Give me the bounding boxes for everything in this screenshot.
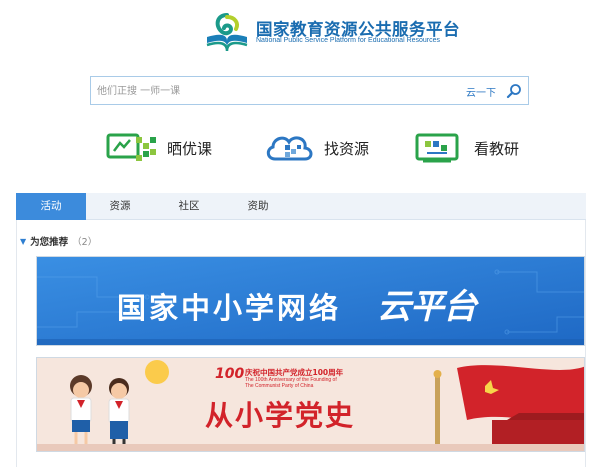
site-header: 国家教育资源公共服务平台 National Public Service Pla…	[0, 0, 600, 62]
site-title-en: National Public Service Platform for Edu…	[256, 37, 441, 44]
tab-funding[interactable]: 资助	[238, 193, 278, 220]
search-input[interactable]	[97, 81, 457, 101]
screen-course-icon	[106, 133, 156, 161]
feature-teaching-research[interactable]: 看教研	[413, 128, 519, 168]
banner-party-history[interactable]: 100 庆祝中国共产党成立100周年 The 100th Anniversary…	[36, 357, 585, 452]
tab-community[interactable]: 社区	[169, 193, 209, 220]
feature-label: 看教研	[474, 139, 520, 158]
cloud-resource-icon	[266, 136, 313, 161]
book-logo-icon[interactable]	[203, 11, 251, 53]
search-icon	[506, 84, 521, 99]
search-button[interactable]	[504, 81, 524, 101]
search-bar: 云一下	[90, 76, 529, 105]
feature-find-resource[interactable]: 找资源	[263, 128, 369, 168]
recommend-header: ▼ 为您推荐 （2）	[20, 234, 98, 249]
feature-shortcuts: 晒优课 找资源 看教研	[0, 128, 600, 168]
banner-cloud-emblem: 云平台	[377, 287, 477, 327]
tab-activity[interactable]: 活动	[16, 193, 86, 220]
recommend-count: （2）	[72, 237, 98, 248]
recommend-title: 为您推荐	[30, 237, 69, 248]
feature-show-course[interactable]: 晒优课	[106, 128, 212, 168]
tab-resource[interactable]: 资源	[100, 193, 140, 220]
party-banner-title: 从小学党史	[205, 399, 356, 432]
banner-cloud-platform[interactable]: 国家中小学网络 云平台	[36, 256, 585, 346]
banner-cloud-title: 国家中小学网络	[117, 291, 342, 325]
party-caption-en-2: The Communist Party of China	[245, 383, 314, 389]
search-actions: 云一下	[466, 81, 524, 101]
category-tabs: 活动 资源 社区 资助	[16, 193, 586, 220]
teaching-research-icon	[415, 133, 459, 163]
cloud-search-label[interactable]: 云一下	[466, 84, 496, 99]
feature-label: 晒优课	[167, 139, 213, 158]
party-100-badge: 100	[215, 366, 245, 382]
expand-triangle-icon[interactable]: ▼	[20, 237, 26, 246]
feature-label: 找资源	[324, 139, 370, 158]
